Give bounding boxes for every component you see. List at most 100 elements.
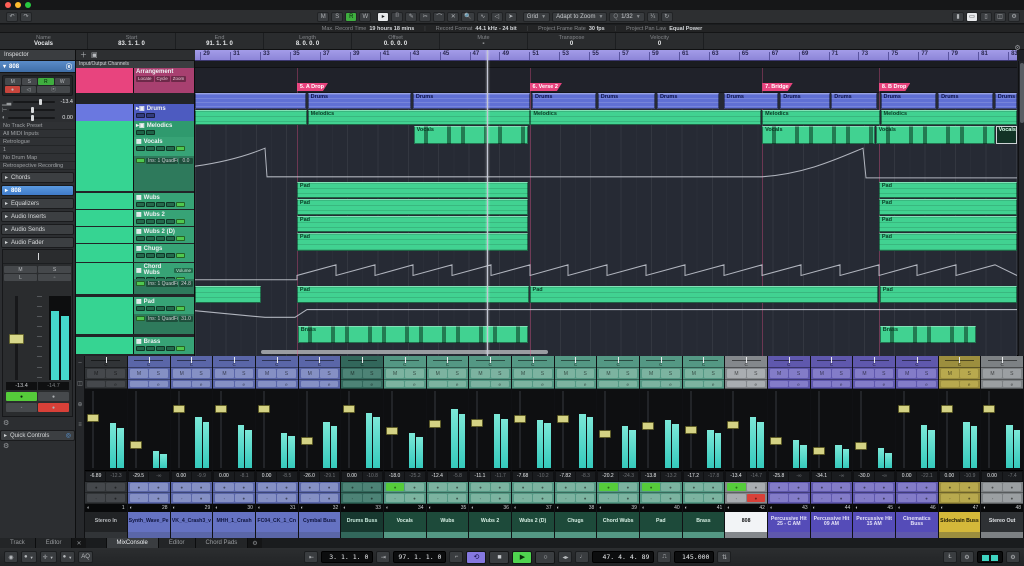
edit-channel-button[interactable]: e bbox=[491, 381, 509, 387]
latency-icon[interactable]: Ł bbox=[943, 551, 957, 563]
tool-5-icon[interactable]: ✕ bbox=[447, 12, 459, 22]
read-automation-button[interactable]: ● bbox=[215, 483, 233, 491]
mute-button[interactable]: M bbox=[983, 369, 1001, 378]
stop-button[interactable]: ■ bbox=[489, 551, 509, 564]
edit-channel-button[interactable]: e bbox=[448, 381, 466, 387]
channel-record-button[interactable]: ● bbox=[363, 494, 381, 502]
channel-monitor-button[interactable]: ◦ bbox=[898, 494, 916, 502]
tool-8-icon[interactable]: ◁ bbox=[491, 12, 503, 22]
event[interactable]: Brass bbox=[880, 326, 976, 343]
track-mini-button[interactable] bbox=[136, 253, 145, 258]
read-automation-button[interactable]: ● bbox=[642, 483, 660, 491]
playhead-cursor[interactable] bbox=[487, 50, 488, 356]
channel-pan-control[interactable]: C bbox=[725, 356, 767, 368]
mixer-channel-wubs-2-d-[interactable]: CMSe-7.68-10.2●●◦●◐37Wubs 2 (D) bbox=[512, 356, 555, 538]
automation-read-button[interactable] bbox=[136, 316, 145, 321]
automation-m-button[interactable]: M bbox=[317, 12, 329, 22]
edit-channel-button[interactable]: e bbox=[106, 381, 124, 387]
channel-monitor-button[interactable]: ◦ bbox=[215, 494, 233, 502]
grid-type-dropdown[interactable]: Adapt to Zoom▼ bbox=[552, 12, 607, 22]
channel-pan-control[interactable]: C bbox=[896, 356, 938, 368]
track-wubs[interactable]: ▦Wubs bbox=[76, 193, 195, 209]
tempo-display[interactable]: 145.000 bbox=[674, 551, 714, 563]
inspector-r-button[interactable]: R bbox=[38, 78, 54, 85]
channel-pan-control[interactable]: C bbox=[981, 356, 1023, 368]
mixer-channel-chord-wubs[interactable]: CMSe-20.2-24.3●●◦●◐39Chord Wubs bbox=[597, 356, 640, 538]
channel-pan-control[interactable]: C bbox=[128, 356, 170, 368]
channel-monitor-button[interactable]: ◦ bbox=[813, 494, 831, 502]
track-mini-button[interactable] bbox=[176, 306, 185, 311]
time-format-icon[interactable]: ♩ bbox=[575, 551, 589, 563]
insert-slot-button[interactable] bbox=[386, 381, 404, 387]
write-automation-button[interactable]: ● bbox=[917, 483, 935, 491]
tab-track[interactable]: Track bbox=[0, 538, 36, 548]
channel-pan-control[interactable]: C bbox=[768, 356, 810, 368]
channel-record-button[interactable]: ● bbox=[106, 494, 124, 502]
insert-slot-button[interactable] bbox=[685, 381, 703, 387]
audio-activity-icon[interactable]: ◉ bbox=[4, 551, 18, 563]
mixer-channel-percussive-hit-15-am[interactable]: CMSe-30.0-∞●●◦●◐45Percussive Hit 15 AM bbox=[853, 356, 896, 538]
read-automation-button[interactable]: ● bbox=[173, 483, 191, 491]
channel-record-button[interactable]: ● bbox=[149, 494, 167, 502]
close-editor-icon[interactable]: ✕ bbox=[72, 538, 85, 548]
metronome-dropdown[interactable]: ✛▼ bbox=[40, 551, 57, 563]
channel-pan-control[interactable]: C bbox=[256, 356, 298, 368]
write-automation-button[interactable]: ● bbox=[405, 483, 423, 491]
channel-fader-handle[interactable] bbox=[429, 420, 441, 428]
event[interactable]: Drums bbox=[532, 93, 596, 109]
minimize-window-button[interactable] bbox=[15, 2, 21, 8]
track-mini-button[interactable] bbox=[176, 346, 185, 351]
event[interactable]: Drums bbox=[780, 93, 829, 109]
track-mini-button[interactable] bbox=[166, 219, 175, 224]
record-button[interactable]: ○ bbox=[535, 551, 555, 564]
solo-button[interactable]: S bbox=[875, 369, 893, 378]
channel-pan-control[interactable]: C bbox=[853, 356, 895, 368]
event[interactable]: Drums bbox=[938, 93, 993, 109]
edit-channel-icon[interactable]: ⓔ bbox=[66, 62, 72, 71]
track-filter-icon[interactable]: ▣ bbox=[91, 51, 98, 59]
channel-name[interactable]: Brass bbox=[683, 512, 725, 532]
event[interactable] bbox=[195, 93, 306, 109]
write-automation-button[interactable]: ● bbox=[661, 483, 679, 491]
mixer-channel-vk-4-crash3-v[interactable]: CMSe0.00-9.9●●◦●◐29VK_4_Crash3_v bbox=[171, 356, 214, 538]
hscroll-thumb[interactable] bbox=[261, 350, 549, 354]
fader-listen-button[interactable]: L bbox=[4, 274, 37, 281]
insert-slot-button[interactable] bbox=[642, 381, 660, 387]
read-automation-button[interactable]: ● bbox=[429, 483, 447, 491]
edit-channel-button[interactable]: e bbox=[619, 381, 637, 387]
channel-record-button[interactable]: ● bbox=[576, 494, 594, 502]
mixer-link-icon[interactable]: ⊕ bbox=[77, 401, 82, 408]
channel-record-button[interactable]: ● bbox=[960, 494, 978, 502]
quantize-apply-icon[interactable]: ¼ bbox=[647, 12, 659, 22]
write-automation-button[interactable]: ● bbox=[149, 483, 167, 491]
record-enable-button[interactable]: ● bbox=[5, 86, 20, 93]
channel-record-button[interactable]: ● bbox=[747, 494, 765, 502]
automation-parameter-label[interactable]: Ins: 1 QuadFilter - Pos bbox=[146, 158, 178, 164]
window-layout-left-icon[interactable]: ▮ bbox=[952, 12, 964, 22]
mixer-collapse-icon[interactable]: – bbox=[78, 360, 81, 366]
solo-button[interactable]: S bbox=[832, 369, 850, 378]
mute-button[interactable]: M bbox=[557, 369, 575, 378]
track-melodics[interactable]: ▸▣Melodics bbox=[76, 121, 195, 137]
track-arrangement[interactable]: ArrangementLocateCycleZoom bbox=[76, 68, 195, 93]
mixer-channel-stereo-out[interactable]: CMSe0.00-7.4●●◦●◐48Stereo Out bbox=[981, 356, 1024, 538]
track-chugs[interactable]: ▦Chugs bbox=[76, 244, 195, 262]
tempo-track-icon[interactable]: ⎍ bbox=[657, 551, 671, 563]
event[interactable]: Melodics bbox=[881, 110, 1017, 125]
audio-quantize-button[interactable]: AQ bbox=[78, 551, 93, 563]
snap-type-dropdown[interactable]: Grid▼ bbox=[523, 12, 550, 22]
channel-fader-handle[interactable] bbox=[258, 405, 270, 413]
event[interactable]: Vocals bbox=[876, 126, 995, 144]
marker-flag[interactable]: 7. Bridge bbox=[762, 83, 793, 91]
channel-monitor-button[interactable]: ◦ bbox=[130, 494, 148, 502]
event[interactable]: Vocals bbox=[762, 126, 875, 144]
track-io-channels[interactable]: Input/Output Channels bbox=[76, 61, 195, 68]
channel-fader-handle[interactable] bbox=[727, 421, 739, 429]
channel-fader-handle[interactable] bbox=[557, 415, 569, 423]
track-wubs-2[interactable]: ▦Wubs 2 bbox=[76, 210, 195, 226]
channel-name[interactable]: Cinematics Buss bbox=[896, 512, 938, 532]
mixer-channel-cinematics-buss[interactable]: CMSe0.00-22.1●●◦●◐46Cinematics Buss bbox=[896, 356, 939, 538]
automation-parameter-label[interactable]: Ins: 1 QuadFilter - Pos bbox=[146, 281, 178, 287]
insert-slot-button[interactable] bbox=[429, 381, 447, 387]
edit-channel-button[interactable]: e bbox=[149, 381, 167, 387]
